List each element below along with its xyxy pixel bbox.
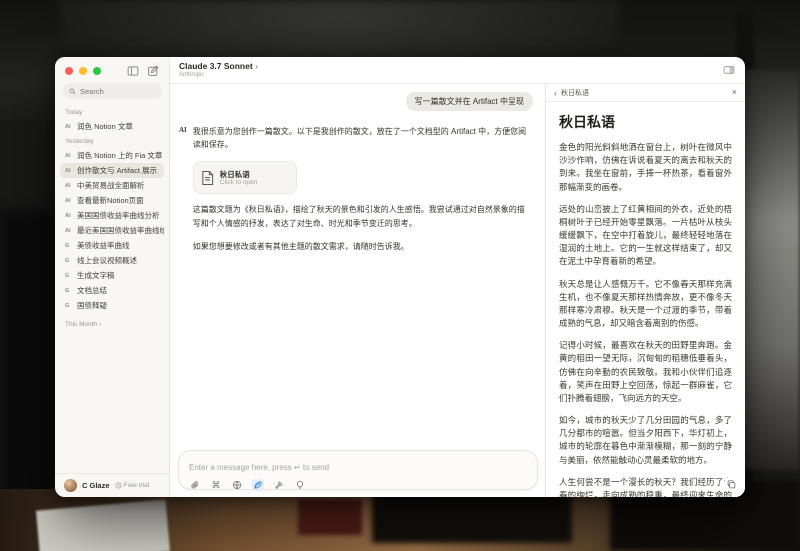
- section-label-this-month[interactable]: This Month ›: [60, 313, 164, 328]
- g-chat-icon: G: [65, 273, 73, 279]
- composer-toolbar: ⌘: [189, 479, 527, 491]
- artifact-paragraph: 人生何尝不是一个漫长的秋天？我们经历了青春的绚烂，走向成熟的稳重，最终迎来生命的…: [559, 476, 732, 497]
- assistant-message: AI 我很乐意为您创作一篇散文。以下是我创作的散文，放在了一个文档型的 Arti…: [170, 111, 545, 253]
- user-message-bubble: 写一篇散文并在 Artifact 中呈现: [406, 92, 533, 111]
- ideas-icon[interactable]: [294, 479, 306, 491]
- style-icon[interactable]: [252, 479, 264, 491]
- sidebar-item-chat[interactable]: G国债释疑: [60, 298, 164, 313]
- artifact-breadcrumb[interactable]: 秋日私语: [561, 88, 589, 98]
- zoom-window-button[interactable]: [93, 67, 101, 75]
- assistant-paragraph: 如果您想要修改或者有其他主题的散文需求，请随时告诉我。: [193, 240, 531, 254]
- close-panel-icon[interactable]: ×: [732, 88, 737, 97]
- plan-badge: Free trial: [115, 482, 150, 489]
- message-composer[interactable]: ⌘: [178, 450, 538, 490]
- g-chat-icon: G: [65, 258, 73, 264]
- chevron-right-icon: ›: [255, 61, 258, 71]
- background-desk-item: [298, 499, 362, 535]
- provider-label: Anthropic: [179, 72, 258, 79]
- sidebar-item-chat[interactable]: G生成文字稿: [60, 268, 164, 283]
- search-input[interactable]: [80, 87, 150, 96]
- section-label-today: Today: [60, 105, 164, 119]
- sidebar-item-chat[interactable]: G美债收益率曲线: [60, 238, 164, 253]
- background-desk: [0, 489, 800, 551]
- avatar: [64, 479, 77, 492]
- g-chat-icon: G: [65, 303, 73, 309]
- user-account-row[interactable]: C Glaze Free trial: [55, 473, 169, 497]
- background-desk-items: [372, 493, 572, 543]
- claude-chat-icon: AI: [65, 198, 73, 204]
- copy-artifact-icon[interactable]: [725, 478, 738, 491]
- command-shortcuts-icon[interactable]: ⌘: [210, 479, 222, 491]
- artifact-panel-header: ‹ 秋日私语 ×: [546, 84, 745, 102]
- close-window-button[interactable]: [65, 67, 73, 75]
- claude-chat-icon: AI: [65, 183, 73, 189]
- assistant-intro-text: 我很乐意为您创作一篇散文。以下是我创作的散文，放在了一个文档型的 Artifac…: [193, 125, 531, 151]
- main-area: Claude 3.7 Sonnet › Anthropic 写一篇散文并在 Ar…: [170, 57, 745, 497]
- artifact-paragraph: 金色的阳光斜斜地洒在窗台上，树叶在微风中沙沙作响，仿佛在诉说着夏天的离去和秋天的…: [559, 141, 732, 194]
- sidebar: Today AI润色 Notion 文章 Yesterday AI润色 Noti…: [55, 57, 170, 497]
- sidebar-item-chat[interactable]: AI美国国债收益率曲线分析: [60, 208, 164, 223]
- claude-chat-icon: AI: [65, 124, 73, 130]
- sidebar-item-chat[interactable]: G线上会议视频概述: [60, 253, 164, 268]
- sidebar-item-chat[interactable]: AI润色 Notion 文章: [60, 119, 164, 134]
- tools-icon[interactable]: [273, 479, 285, 491]
- chat-history-list: Today AI润色 Notion 文章 Yesterday AI润色 Noti…: [60, 105, 164, 328]
- new-chat-icon[interactable]: [147, 64, 159, 82]
- claude-logo-icon: AI: [179, 125, 187, 253]
- toggle-sidebar-icon[interactable]: [127, 64, 139, 82]
- claude-chat-icon: AI: [65, 168, 73, 174]
- artifact-paragraph: 如今，城市的秋天少了几分田园的气息，多了几分都市的喧嚣。但当夕阳西下，华灯初上，…: [559, 414, 732, 467]
- artifact-panel: ‹ 秋日私语 × 秋日私语 金色的阳光斜斜地洒在窗台上，树叶在微风中沙沙作响，仿…: [545, 84, 745, 497]
- web-search-icon[interactable]: [231, 479, 243, 491]
- g-chat-icon: G: [65, 288, 73, 294]
- sidebar-item-chat-selected[interactable]: AI创作散文与 Artifact 展示: [60, 163, 164, 178]
- document-icon: [201, 170, 214, 186]
- section-label-yesterday: Yesterday: [60, 134, 164, 148]
- artifact-card-title: 秋日私语: [220, 170, 258, 180]
- background-window-light: [742, 70, 800, 470]
- sidebar-item-chat[interactable]: AI润色 Notion 上的 Fia 文章: [60, 148, 164, 163]
- artifact-title: 秋日私语: [559, 112, 732, 132]
- trial-icon: [115, 482, 122, 489]
- search-icon: [69, 88, 76, 95]
- message-input[interactable]: [189, 463, 527, 472]
- claude-chat-icon: AI: [65, 153, 73, 159]
- artifact-content: 秋日私语 金色的阳光斜斜地洒在窗台上，树叶在微风中沙沙作响，仿佛在诉说着夏天的离…: [546, 102, 745, 497]
- g-chat-icon: G: [65, 243, 73, 249]
- artifact-paragraph: 远处的山峦披上了红黄相间的外衣，近处的梧桐树叶子已经开始零星飘落。一片枯叶从枝头…: [559, 203, 732, 269]
- background-notebook: [36, 499, 170, 551]
- minimize-window-button[interactable]: [79, 67, 87, 75]
- artifact-paragraph: 秋天总是让人感慨万千。它不像春天那样充满生机，也不像夏天那样热情奔放，更不像冬天…: [559, 278, 732, 331]
- claude-chat-icon: AI: [65, 228, 73, 234]
- window-controls: [65, 67, 101, 75]
- back-chevron-icon[interactable]: ‹: [554, 88, 557, 98]
- claude-app-window: Today AI润色 Notion 文章 Yesterday AI润色 Noti…: [55, 57, 745, 497]
- chat-header: Claude 3.7 Sonnet › Anthropic: [170, 57, 745, 84]
- attach-icon[interactable]: [189, 479, 201, 491]
- sidebar-item-chat[interactable]: G文档总结: [60, 283, 164, 298]
- claude-chat-icon: AI: [65, 213, 73, 219]
- sidebar-item-chat[interactable]: AI最近美国国债收益率曲线给...: [60, 223, 164, 238]
- model-selector[interactable]: Claude 3.7 Sonnet ›: [179, 62, 258, 72]
- conversation: 写一篇散文并在 Artifact 中呈现 AI 我很乐意为您创作一篇散文。以下是…: [170, 84, 545, 497]
- toggle-artifact-panel-icon[interactable]: [723, 62, 735, 80]
- assistant-paragraph: 这篇散文题为《秋日私语》，描绘了秋天的景色和引发的人生感悟。我尝试通过对自然景象…: [193, 203, 531, 230]
- artifact-card-subtitle: Click to open: [220, 179, 258, 186]
- artifact-card[interactable]: 秋日私语 Click to open: [193, 161, 297, 194]
- sidebar-item-chat[interactable]: AI中美贸易战全面解析: [60, 178, 164, 193]
- background-person-silhouette: [0, 210, 58, 500]
- search-box[interactable]: [63, 83, 162, 99]
- sidebar-item-chat[interactable]: AI查看最新Notion页面: [60, 193, 164, 208]
- artifact-paragraph: 记得小时候，最喜欢在秋天的田野里奔跑。金黄的稻田一望无际，沉甸甸的稻穗低垂着头，…: [559, 339, 732, 405]
- user-name: C Glaze: [82, 481, 110, 490]
